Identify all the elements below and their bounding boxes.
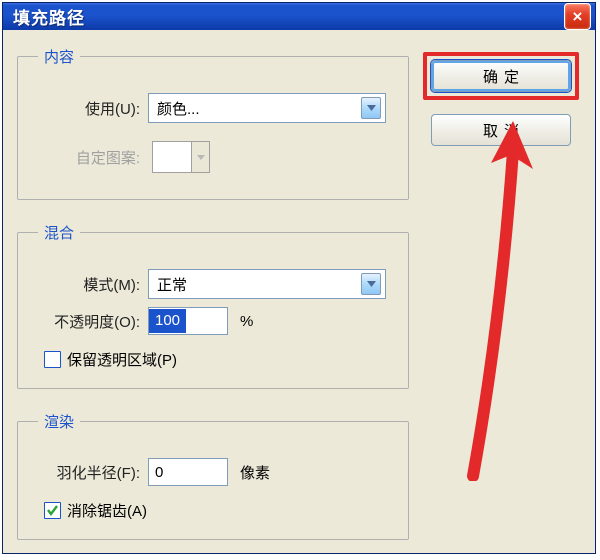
side-column: 确定 取消 — [421, 46, 581, 146]
checkbox-preserve[interactable] — [44, 351, 61, 368]
label-opacity: 不透明度(O): — [32, 311, 148, 332]
pattern-dropdown — [192, 141, 210, 173]
row-use: 使用(U): 颜色... — [32, 93, 394, 123]
chevron-down-icon — [361, 97, 381, 119]
chevron-down-icon — [361, 273, 381, 295]
label-pattern: 自定图案: — [32, 147, 148, 168]
group-content: 内容 使用(U): 颜色... 自定图案: — [17, 46, 409, 200]
dialog-window: 填充路径 × 内容 使用(U): 颜色... 自定图案 — [2, 2, 596, 554]
title-text: 填充路径 — [13, 4, 85, 29]
label-mode: 模式(M): — [32, 274, 148, 295]
select-mode[interactable]: 正常 — [148, 269, 386, 299]
select-mode-value: 正常 — [157, 274, 187, 295]
main-column: 内容 使用(U): 颜色... 自定图案: — [17, 46, 409, 540]
input-feather[interactable] — [148, 458, 228, 486]
label-feather: 羽化半径(F): — [32, 462, 148, 483]
cancel-button[interactable]: 取消 — [431, 114, 571, 146]
legend-render: 渲染 — [38, 411, 80, 432]
feather-suffix: 像素 — [228, 462, 270, 483]
close-button[interactable]: × — [564, 3, 591, 30]
pattern-picker — [152, 141, 210, 173]
ok-button[interactable]: 确定 — [431, 60, 571, 92]
select-use[interactable]: 颜色... — [148, 93, 386, 123]
row-feather: 羽化半径(F): 像素 — [32, 458, 394, 486]
checkbox-antialias[interactable] — [44, 502, 61, 519]
select-use-value: 颜色... — [157, 98, 200, 119]
annotation-highlight: 确定 — [423, 52, 579, 100]
client-area: 内容 使用(U): 颜色... 自定图案: — [3, 30, 595, 554]
label-antialias[interactable]: 消除锯齿(A) — [67, 500, 147, 521]
row-antialias: 消除锯齿(A) — [32, 500, 394, 521]
legend-blend: 混合 — [38, 222, 80, 243]
annotation-arrow — [461, 121, 561, 481]
row-preserve: 保留透明区域(P) — [32, 349, 394, 370]
opacity-suffix: % — [228, 313, 253, 330]
label-use: 使用(U): — [32, 98, 148, 119]
pattern-swatch — [152, 141, 192, 173]
row-opacity: 不透明度(O): 100 % — [32, 307, 394, 335]
row-pattern: 自定图案: — [32, 141, 394, 173]
row-mode: 模式(M): 正常 — [32, 269, 394, 299]
input-opacity[interactable]: 100 — [148, 307, 228, 335]
group-render: 渲染 羽化半径(F): 像素 消除锯齿(A) — [17, 411, 409, 540]
close-icon: × — [573, 7, 583, 27]
opacity-value: 100 — [149, 309, 186, 333]
label-preserve[interactable]: 保留透明区域(P) — [67, 349, 177, 370]
titlebar: 填充路径 × — [3, 3, 595, 30]
group-blend: 混合 模式(M): 正常 不透明度(O): 100 % — [17, 222, 409, 389]
legend-content: 内容 — [38, 46, 80, 67]
